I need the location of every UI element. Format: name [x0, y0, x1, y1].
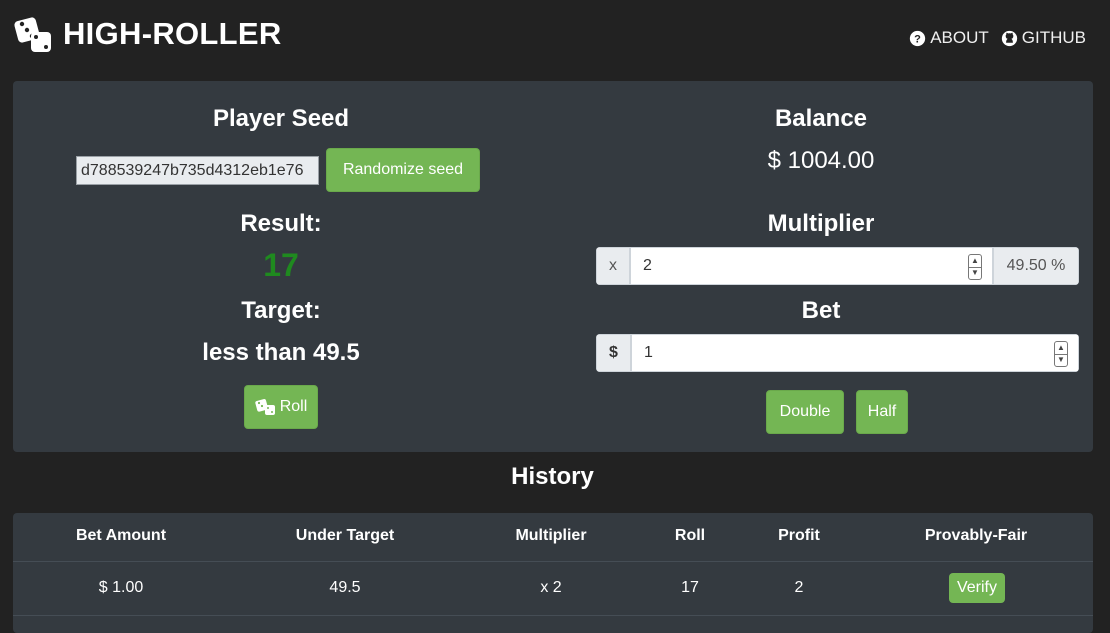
roll-button[interactable]: Roll [244, 385, 318, 429]
header-divider [13, 561, 1093, 562]
half-bet-button[interactable]: Half [856, 390, 908, 434]
cell-profit: 2 [794, 579, 804, 596]
navbar: HIGH-ROLLER ? ABOUT GITHUB [0, 0, 1110, 72]
brand-title: HIGH-ROLLER [63, 16, 282, 51]
cell-bet-amount: $ 1.00 [98, 579, 144, 596]
bet-heading: Bet [801, 297, 841, 324]
col-header-profit: Profit [778, 527, 820, 544]
col-header-multiplier: Multiplier [515, 527, 587, 544]
seed-row: d788539247b735d4312eb1e76 Randomize seed [76, 148, 480, 192]
nav-links: ? ABOUT GITHUB [909, 27, 1086, 49]
bet-value: 1 [644, 344, 653, 361]
result-value: 17 [263, 247, 299, 283]
nav-github-link[interactable]: GITHUB [1001, 28, 1086, 48]
bet-input[interactable]: 1 ▲ ▼ [631, 334, 1079, 372]
col-header-under-target: Under Target [295, 527, 395, 544]
spinner-up-icon[interactable]: ▲ [1055, 342, 1067, 354]
col-header-roll: Roll [674, 527, 706, 544]
question-circle-icon: ? [910, 30, 926, 46]
wager-column: Balance $ 1004.00 Multiplier x 2 ▲ ▼ 49.… [549, 81, 1093, 452]
bet-prefix: $ [596, 334, 631, 372]
player-seed-input[interactable]: d788539247b735d4312eb1e76 [76, 155, 319, 185]
multiplier-heading: Multiplier [767, 210, 875, 237]
col-header-provably-fair: Provably-Fair [924, 527, 1028, 544]
double-bet-button[interactable]: Double [766, 390, 844, 434]
player-column: Player Seed d788539247b735d4312eb1e76 Ra… [13, 81, 549, 452]
bet-spinner[interactable]: ▲ ▼ [1054, 341, 1068, 367]
balance-value: $ 1004.00 [767, 147, 875, 174]
history-table: Bet Amount Under Target Multiplier Roll … [13, 513, 1093, 633]
player-seed-heading: Player Seed [212, 105, 350, 132]
game-panel: Player Seed d788539247b735d4312eb1e76 Ra… [13, 81, 1093, 452]
balance-heading: Balance [774, 105, 868, 132]
github-icon [1001, 30, 1017, 46]
target-heading: Target: [241, 297, 321, 324]
multiplier-prefix: x [596, 247, 630, 285]
target-value: less than 49.5 [202, 339, 360, 366]
nav-about-link[interactable]: ? ABOUT [909, 28, 989, 48]
cell-roll: 17 [681, 579, 699, 596]
bet-input-group: $ 1 ▲ ▼ [596, 334, 1079, 372]
dice-small-icon [255, 399, 275, 415]
roll-label: Roll [279, 398, 308, 415]
col-header-bet-amount: Bet Amount [75, 527, 167, 544]
svg-text:?: ? [914, 33, 921, 45]
win-chance-addon: 49.50 % [993, 247, 1079, 285]
nav-github-label: GITHUB [1021, 28, 1086, 47]
result-heading: Result: [240, 210, 322, 237]
spinner-down-icon[interactable]: ▼ [969, 266, 981, 280]
multiplier-input-group: x 2 ▲ ▼ 49.50 % [596, 247, 1079, 285]
dice-icon [14, 17, 51, 52]
row-divider [13, 615, 1093, 616]
multiplier-input[interactable]: 2 ▲ ▼ [630, 247, 993, 285]
nav-about-label: ABOUT [930, 28, 989, 47]
multiplier-value: 2 [643, 257, 652, 274]
randomize-seed-button[interactable]: Randomize seed [326, 148, 480, 192]
cell-multiplier: x 2 [540, 579, 562, 596]
spinner-down-icon[interactable]: ▼ [1055, 353, 1067, 367]
multiplier-spinner[interactable]: ▲ ▼ [968, 254, 982, 280]
verify-button[interactable]: Verify [949, 573, 1005, 603]
history-title: History [511, 463, 594, 490]
brand-link[interactable]: HIGH-ROLLER [13, 14, 282, 54]
cell-under-target: 49.5 [329, 579, 361, 596]
spinner-up-icon[interactable]: ▲ [969, 255, 981, 267]
